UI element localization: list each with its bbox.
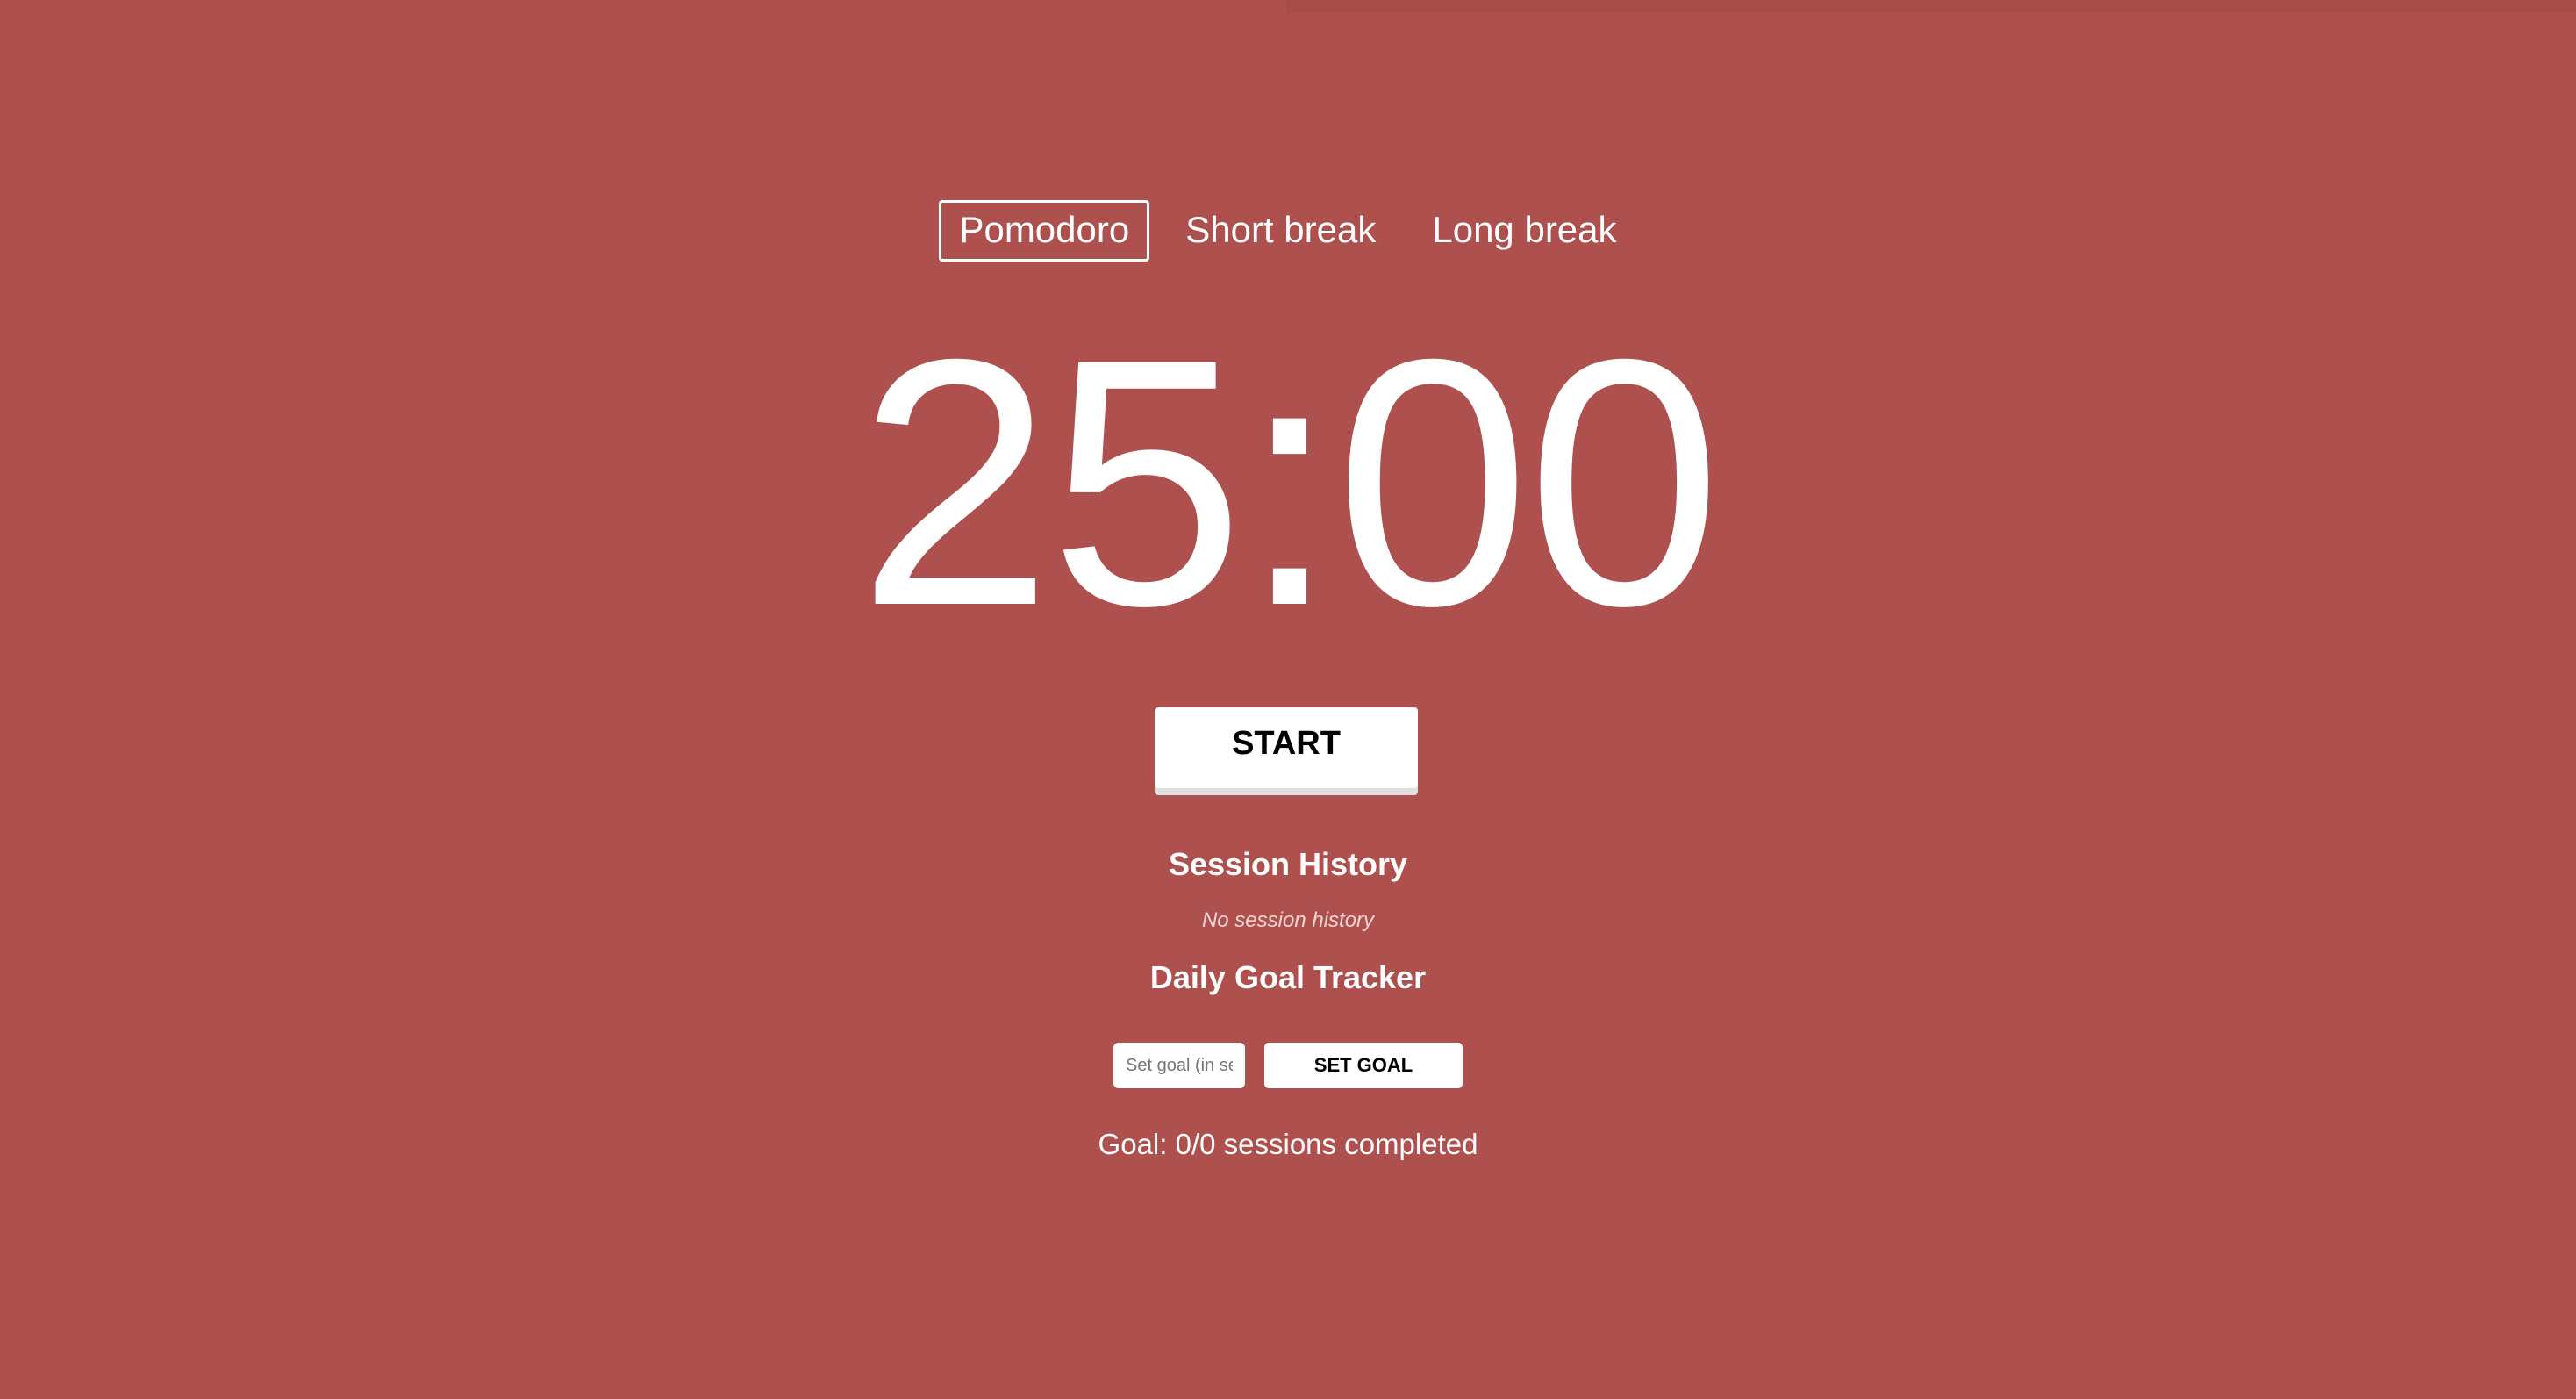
goal-input[interactable]: [1113, 1043, 1245, 1088]
timer-display: 25:00: [857, 286, 1722, 678]
goal-status: Goal: 0/0 sessions completed: [1098, 1128, 1478, 1160]
pomodoro-app: Pomodoro Short break Long break 25:00 ST…: [0, 0, 2576, 1399]
tab-short-break[interactable]: Short break: [1165, 200, 1396, 262]
goal-form: SET GOAL: [0, 1043, 2576, 1088]
daily-goal-title: Daily Goal Tracker: [1149, 959, 1427, 995]
set-goal-button[interactable]: SET GOAL: [1264, 1043, 1463, 1088]
mode-tabs: Pomodoro Short break Long break: [0, 200, 2576, 262]
session-history-empty: No session history: [1201, 908, 1375, 932]
tab-pomodoro[interactable]: Pomodoro: [939, 200, 1150, 262]
start-button[interactable]: START: [1155, 707, 1418, 788]
tab-long-break[interactable]: Long break: [1412, 200, 1636, 262]
session-history-title: Session History: [1168, 846, 1408, 882]
